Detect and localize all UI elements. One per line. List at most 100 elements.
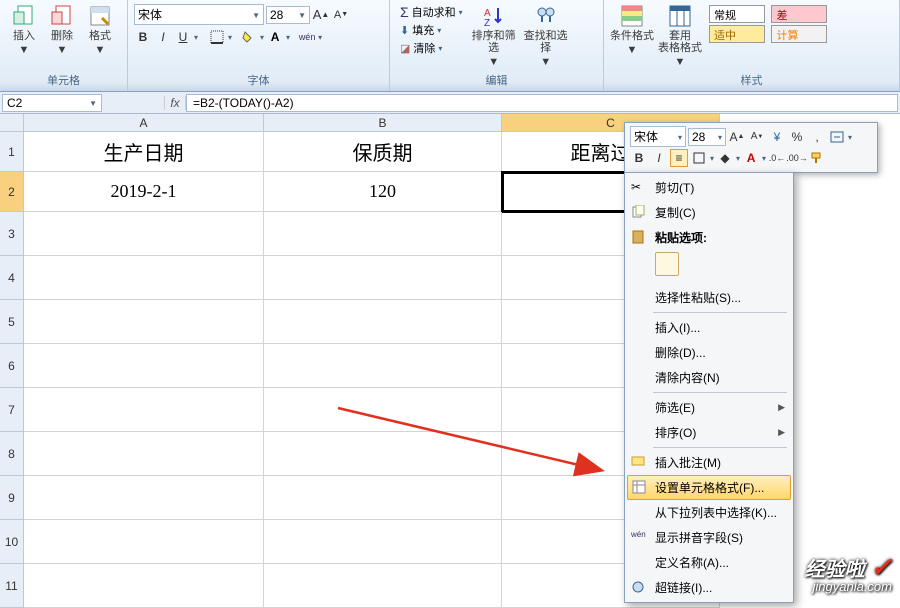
ctx-pick-from-list[interactable]: 从下拉列表中选择(K)...: [627, 500, 791, 525]
font-color-button[interactable]: A: [266, 28, 284, 46]
mini-align-center-button[interactable]: ≡: [670, 149, 688, 167]
find-select-button[interactable]: 查找和选择▼: [521, 2, 571, 68]
ctx-insert-comment[interactable]: 插入批注(M): [627, 450, 791, 475]
copy-icon: [631, 205, 647, 221]
mini-font-combo[interactable]: 宋体▾: [630, 126, 686, 147]
table-format-button[interactable]: 套用 表格格式▼: [656, 2, 704, 68]
edit-group-label: 编辑: [396, 70, 597, 91]
ctx-clear[interactable]: 清除内容(N): [627, 365, 791, 390]
cells-group-label: 单元格: [6, 70, 121, 91]
italic-button[interactable]: I: [154, 28, 172, 46]
col-header-a[interactable]: A: [24, 114, 264, 132]
ctx-hyperlink[interactable]: 超链接(I)...: [627, 575, 791, 600]
format-button[interactable]: 格式▼: [82, 2, 118, 56]
autosum-button[interactable]: Σ自动求和▾: [400, 4, 463, 20]
delete-button[interactable]: 删除▼: [44, 2, 80, 56]
delete-label: 删除: [51, 30, 73, 42]
mini-percent-icon[interactable]: %: [788, 128, 806, 146]
style-bad[interactable]: 差: [771, 5, 827, 23]
insert-label: 插入: [13, 30, 35, 42]
formula-input[interactable]: =B2-(TODAY()-A2): [186, 94, 898, 112]
cond-fmt-label: 条件格式: [610, 30, 654, 42]
font-name-combo[interactable]: 宋体▼: [134, 4, 264, 25]
ribbon-group-cells: 插入▼ 删除▼ 格式▼ 单元格: [0, 0, 128, 91]
mini-dec-decimal-icon[interactable]: .0←: [768, 149, 786, 167]
mini-grow-font-icon[interactable]: A▲: [728, 128, 746, 146]
mini-format-painter-icon[interactable]: [808, 149, 826, 167]
style-group-label: 样式: [610, 70, 893, 91]
ctx-insert[interactable]: 插入(I)...: [627, 315, 791, 340]
comment-icon: [631, 455, 647, 471]
row-header-7[interactable]: 7: [0, 388, 24, 432]
bold-button[interactable]: B: [134, 28, 152, 46]
mini-italic-button[interactable]: I: [650, 149, 668, 167]
formula-bar: C2▼ fx =B2-(TODAY()-A2): [0, 92, 900, 114]
mini-font-color-button[interactable]: A: [742, 149, 760, 167]
mini-inc-decimal-icon[interactable]: .00→: [788, 149, 806, 167]
pinyin-icon: wén: [631, 530, 647, 546]
row-header-11[interactable]: 11: [0, 564, 24, 608]
row-header-1[interactable]: 1: [0, 132, 24, 172]
conditional-format-button[interactable]: 条件格式▼: [610, 2, 654, 56]
mini-size-combo[interactable]: 28▾: [688, 128, 726, 146]
mini-currency-icon[interactable]: ¥: [768, 128, 786, 146]
table-fmt-label: 套用 表格格式: [658, 30, 702, 54]
row-header-6[interactable]: 6: [0, 344, 24, 388]
ctx-paste-special[interactable]: 选择性粘贴(S)...: [627, 285, 791, 310]
sort-filter-label: 排序和筛选: [469, 30, 519, 54]
ctx-cut[interactable]: ✂剪切(T): [627, 175, 791, 200]
ribbon-group-styles: 条件格式▼ 套用 表格格式▼ 常规 差 适中 计算 样式: [604, 0, 900, 91]
mini-shrink-font-icon[interactable]: A▼: [748, 128, 766, 146]
pinyin-button[interactable]: wén: [298, 28, 316, 46]
paste-option-1[interactable]: [655, 252, 679, 276]
border-button[interactable]: [208, 28, 226, 46]
ctx-sort[interactable]: 排序(O)▶: [627, 420, 791, 445]
mini-merge-icon[interactable]: [828, 128, 846, 146]
mini-bold-button[interactable]: B: [630, 149, 648, 167]
select-all-corner[interactable]: [0, 114, 24, 132]
mini-fill-color-button[interactable]: ◆: [716, 149, 734, 167]
fill-color-button[interactable]: [240, 28, 258, 46]
ribbon-group-edit: Σ自动求和▾ ⬇填充▾ ◪清除▾ AZ 排序和筛选▼ 查找和选择▼ 编辑: [390, 0, 604, 91]
row-header-2[interactable]: 2: [0, 172, 24, 212]
underline-button[interactable]: U: [174, 28, 192, 46]
mini-comma-icon[interactable]: ,: [808, 128, 826, 146]
chevron-right-icon: ▶: [778, 402, 785, 413]
cell-a2[interactable]: 2019-2-1: [24, 172, 264, 212]
find-select-label: 查找和选择: [521, 30, 571, 54]
style-neutral[interactable]: 适中: [709, 25, 765, 43]
clear-button[interactable]: ◪清除▾: [400, 40, 463, 56]
style-calc[interactable]: 计算: [771, 25, 827, 43]
row-header-3[interactable]: 3: [0, 212, 24, 256]
name-box[interactable]: C2▼: [2, 94, 102, 112]
col-header-b[interactable]: B: [264, 114, 502, 132]
clipboard-icon: [631, 230, 647, 246]
grow-font-icon[interactable]: A▲: [312, 6, 330, 24]
cell-b2[interactable]: 120: [264, 172, 502, 212]
insert-button[interactable]: 插入▼: [6, 2, 42, 56]
row-header-8[interactable]: 8: [0, 432, 24, 476]
ctx-filter[interactable]: 筛选(E)▶: [627, 395, 791, 420]
fx-button[interactable]: fx: [164, 96, 186, 110]
shrink-font-icon[interactable]: A▼: [332, 6, 350, 24]
cell-b1[interactable]: 保质期: [264, 132, 502, 172]
style-normal[interactable]: 常规: [709, 5, 765, 23]
ribbon-group-font: 宋体▼ 28▼ A▲ A▼ B I U▾ ▾ ▾ A▾ wén▾ 字体: [128, 0, 390, 91]
cell-a1[interactable]: 生产日期: [24, 132, 264, 172]
ctx-copy[interactable]: 复制(C): [627, 200, 791, 225]
fill-button[interactable]: ⬇填充▾: [400, 22, 463, 38]
ctx-define-name[interactable]: 定义名称(A)...: [627, 550, 791, 575]
font-size-combo[interactable]: 28▼: [266, 6, 310, 24]
mini-border-button[interactable]: [690, 149, 708, 167]
ctx-format-cells[interactable]: 设置单元格格式(F)...: [627, 475, 791, 500]
row-header-4[interactable]: 4: [0, 256, 24, 300]
scissors-icon: ✂: [631, 180, 647, 196]
svg-text:Z: Z: [484, 18, 490, 28]
sort-filter-button[interactable]: AZ 排序和筛选▼: [469, 2, 519, 68]
row-header-10[interactable]: 10: [0, 520, 24, 564]
row-header-9[interactable]: 9: [0, 476, 24, 520]
row-header-5[interactable]: 5: [0, 300, 24, 344]
format-label: 格式: [89, 30, 111, 42]
ctx-show-pinyin[interactable]: wén显示拼音字段(S): [627, 525, 791, 550]
ctx-delete[interactable]: 删除(D)...: [627, 340, 791, 365]
